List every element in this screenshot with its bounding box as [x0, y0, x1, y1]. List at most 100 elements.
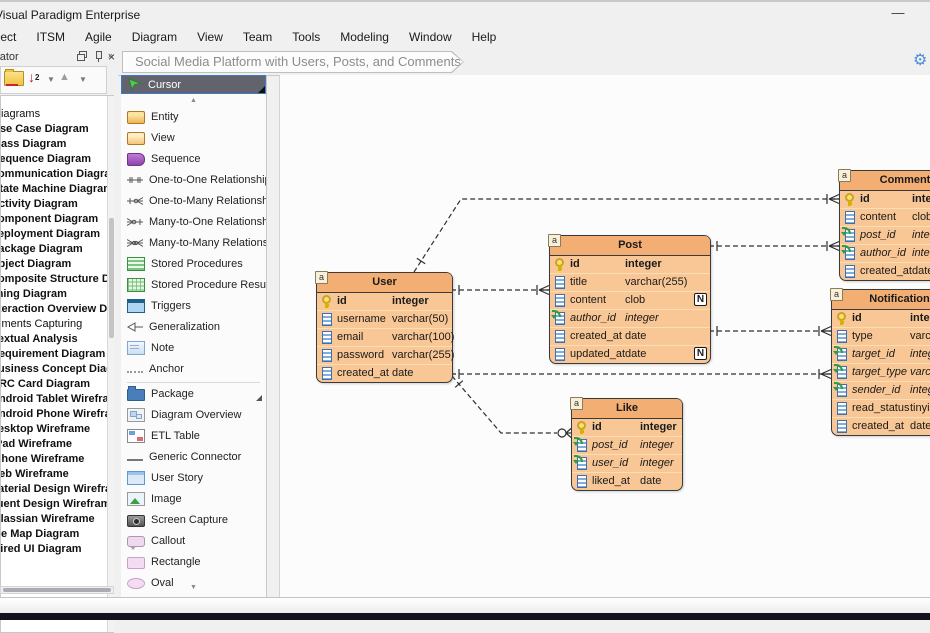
table-row[interactable]: usernamevarchar(50) [317, 311, 452, 329]
table-row[interactable]: user_idinteger [572, 455, 682, 473]
tool-many-to-one[interactable]: Many-to-One Relationship [121, 212, 266, 233]
table-row[interactable]: idinteger [840, 191, 930, 209]
nav-item-android-phone[interactable]: Android Phone Wireframe [0, 407, 113, 422]
table-row[interactable]: created_atdate [840, 263, 930, 280]
tool-image[interactable]: Image [121, 489, 266, 510]
menu-team[interactable]: Team [233, 26, 282, 48]
table-row[interactable]: passwordvarchar(255) [317, 347, 452, 365]
table-row[interactable]: author_idinteger [550, 310, 710, 328]
diagram-canvas[interactable]: a User idinteger usernamevarchar(50) ema… [279, 75, 930, 597]
table-row[interactable]: emailvarchar(100) [317, 329, 452, 347]
nav-item-use-case[interactable]: Use Case Diagram [0, 122, 113, 137]
navigator-vertical-scrollbar[interactable] [107, 96, 115, 632]
menu-modeling[interactable]: Modeling [330, 26, 399, 48]
tool-user-story[interactable]: User Story [121, 468, 266, 489]
tool-one-to-many[interactable]: One-to-Many Relationship [121, 191, 266, 212]
nav-item-diagrams[interactable]: Diagrams [0, 107, 113, 122]
menu-help[interactable]: Help [462, 26, 507, 48]
nav-item-site-map[interactable]: Site Map Diagram [0, 527, 113, 542]
toolbar-overflow-icon[interactable]: » [108, 50, 113, 60]
tool-etl-table[interactable]: ETL Table [121, 426, 266, 447]
tool-sequence[interactable]: Sequence [121, 149, 266, 170]
menu-tools[interactable]: Tools [282, 26, 330, 48]
nav-item-deployment[interactable]: Deployment Diagram [0, 227, 113, 242]
nav-item-atlassian[interactable]: Atlassian Wireframe [0, 512, 113, 527]
connector-user-like[interactable] [452, 376, 557, 433]
gear-icon[interactable]: ⚙ [913, 50, 927, 70]
tool-many-to-many[interactable]: Many-to-Many Relationship [121, 233, 266, 254]
minimize-button[interactable]: — [880, 2, 916, 26]
nav-item-requirement[interactable]: Requirement Diagram [0, 347, 113, 362]
menu-diagram[interactable]: Diagram [122, 26, 187, 48]
table-row[interactable]: contentclob [840, 209, 930, 227]
nav-item-object[interactable]: Object Diagram [0, 257, 113, 272]
tool-one-to-one[interactable]: One-to-One Relationship [121, 170, 266, 191]
entity-notification[interactable]: a Notification idinteger typevarchar tar… [831, 289, 930, 436]
tool-entity[interactable]: Entity [121, 107, 266, 128]
entity-user[interactable]: a User idinteger usernamevarchar(50) ema… [316, 272, 453, 383]
menu-agile[interactable]: Agile [75, 26, 122, 48]
nav-item-composite-structure[interactable]: Composite Structure Diagram [0, 272, 113, 287]
sort-dropdown-icon[interactable]: ▼ [47, 75, 55, 84]
nav-item-interaction-overview[interactable]: Interaction Overview Diagram [0, 302, 113, 317]
nav-item-component[interactable]: Component Diagram [0, 212, 113, 227]
tool-screen-capture[interactable]: Screen Capture [121, 510, 266, 531]
menu-project[interactable]: Project [0, 26, 26, 48]
table-row[interactable]: author_idinteger [840, 245, 930, 263]
nav-item-business-concept[interactable]: Business Concept Diagram [0, 362, 113, 377]
collapse-icon[interactable]: ▲ [59, 71, 70, 83]
tool-cursor[interactable]: Cursor [121, 75, 266, 94]
sort-icon[interactable]: ↓2 [28, 69, 39, 86]
menu-itsm[interactable]: ITSM [26, 26, 75, 48]
nav-item-package[interactable]: Package Diagram [0, 242, 113, 257]
nav-item-fluent-design[interactable]: Fluent Design Wireframe [0, 497, 113, 512]
entity-like[interactable]: a Like idinteger post_idinteger user_idi… [571, 398, 683, 491]
table-row[interactable]: updated_atdateN [550, 346, 710, 363]
nav-item-desktop-wireframe[interactable]: Desktop Wireframe [0, 422, 113, 437]
toolbox-scroll-down[interactable]: ▼ [121, 581, 266, 594]
tool-generalization[interactable]: Generalization [121, 317, 266, 338]
entity-comment[interactable]: a Comment idinteger contentclob post_idi… [839, 170, 930, 281]
table-row[interactable]: created_atdate [550, 328, 710, 346]
nav-item-android-tablet[interactable]: Android Tablet Wireframe [0, 392, 113, 407]
nav-item-web-wireframe[interactable]: Web Wireframe [0, 467, 113, 482]
table-row[interactable]: target_typevarchar [832, 364, 930, 382]
table-row[interactable]: post_idinteger [572, 437, 682, 455]
table-row[interactable]: created_atdate [317, 365, 452, 382]
table-row[interactable]: idinteger [317, 293, 452, 311]
nav-item-communication[interactable]: Communication Diagram [0, 167, 113, 182]
restore-icon[interactable] [76, 51, 89, 63]
table-row[interactable]: titlevarchar(255) [550, 274, 710, 292]
entity-post[interactable]: a Post idinteger titlevarchar(255) conte… [549, 235, 711, 364]
nav-item-activity[interactable]: Activity Diagram [0, 197, 113, 212]
scrollbar-thumb[interactable] [3, 588, 111, 592]
table-row[interactable]: idinteger [550, 256, 710, 274]
table-row[interactable]: idinteger [572, 419, 682, 437]
tool-note[interactable]: Note [121, 338, 266, 359]
table-row[interactable]: post_idinteger [840, 227, 930, 245]
nav-item-wired-ui[interactable]: Wired UI Diagram [0, 542, 113, 557]
nav-item-sequence[interactable]: Sequence Diagram [0, 152, 113, 167]
tool-diagram-overview[interactable]: Diagram Overview [121, 405, 266, 426]
nav-item-textual-analysis[interactable]: Textual Analysis [0, 332, 113, 347]
nav-item-timing[interactable]: Timing Diagram [0, 287, 113, 302]
tool-anchor[interactable]: Anchor [121, 359, 266, 380]
nav-item-crc-card[interactable]: CRC Card Diagram [0, 377, 113, 392]
nav-item-class[interactable]: Class Diagram [0, 137, 113, 152]
tool-stored-procedures[interactable]: Stored Procedures [121, 254, 266, 275]
tool-triggers[interactable]: Triggers [121, 296, 266, 317]
scrollbar-thumb[interactable] [109, 218, 114, 338]
tool-package[interactable]: Package [121, 384, 266, 405]
table-row[interactable]: typevarchar [832, 328, 930, 346]
menu-view[interactable]: View [187, 26, 233, 48]
tool-generic-connector[interactable]: Generic Connector [121, 447, 266, 468]
table-row[interactable]: target_idinteger [832, 346, 930, 364]
table-row[interactable]: contentclobN [550, 292, 710, 310]
pin-icon[interactable] [92, 51, 105, 63]
tool-stored-procedure-resultset[interactable]: Stored Procedure ResultSet [121, 275, 266, 296]
collapse-dropdown-icon[interactable]: ▼ [79, 75, 87, 84]
tool-view[interactable]: View [121, 128, 266, 149]
table-row[interactable]: read_statustinyint [832, 400, 930, 418]
menu-window[interactable]: Window [399, 26, 462, 48]
nav-item-state-machine[interactable]: State Machine Diagram [0, 182, 113, 197]
